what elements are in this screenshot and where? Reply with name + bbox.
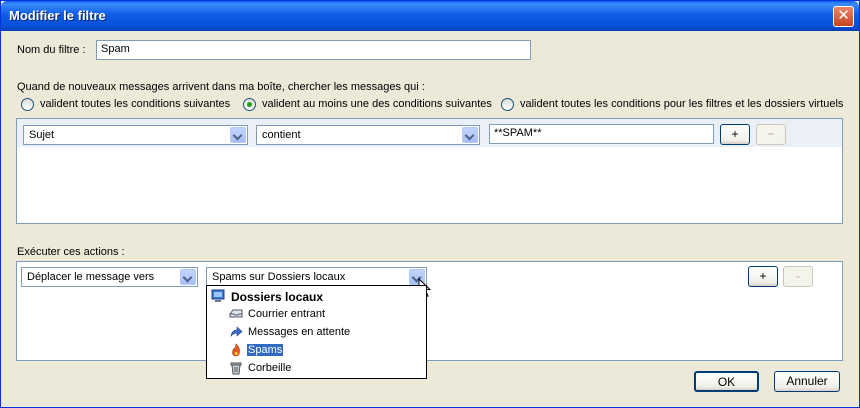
remove-action-button[interactable]: -	[783, 266, 813, 287]
match-all-label[interactable]: valident toutes les conditions suivantes	[40, 98, 230, 110]
actions-label: Exécuter ces actions :	[17, 246, 125, 258]
chevron-down-icon[interactable]	[180, 269, 196, 285]
add-action-button[interactable]: +	[748, 266, 778, 287]
condition-value-input[interactable]: **SPAM**	[489, 124, 714, 144]
condition-field-select[interactable]: Sujet	[23, 125, 248, 145]
trash-icon	[230, 362, 242, 375]
menu-item-label: Spams	[247, 344, 284, 356]
action-target-select[interactable]: Spams sur Dossiers locaux	[206, 267, 427, 287]
computer-icon	[211, 289, 225, 302]
folder-dropdown-menu[interactable]: Dossiers locaux Courrier entrant Message…	[206, 285, 427, 379]
match-any-label[interactable]: valident au moins une des conditions sui…	[262, 98, 492, 110]
filter-dialog: Modifier le filtre ✕ Nom du filtre : Spa…	[0, 0, 860, 408]
action-type-value: Déplacer le message vers	[27, 271, 155, 283]
menu-item-label: Dossiers locaux	[231, 290, 324, 304]
menu-item-label: Courrier entrant	[248, 308, 326, 320]
match-any-radio[interactable]	[243, 98, 256, 111]
condition-field-value: Sujet	[29, 129, 55, 141]
arrow-icon	[230, 326, 243, 337]
match-all-radio[interactable]	[21, 98, 34, 111]
condition-operator-value: contient	[262, 129, 301, 141]
flame-icon	[232, 343, 240, 357]
title-bar[interactable]: Modifier le filtre ✕	[1, 1, 859, 31]
action-type-select[interactable]: Déplacer le message vers	[21, 267, 198, 287]
add-condition-button[interactable]: +	[720, 124, 750, 145]
ok-button[interactable]: OK	[694, 371, 759, 392]
filter-name-label: Nom du filtre :	[17, 44, 86, 56]
match-prompt: Quand de nouveaux messages arrivent dans…	[17, 81, 425, 93]
remove-condition-button[interactable]: −	[756, 124, 786, 145]
match-virtual-label[interactable]: valident toutes les conditions pour les …	[520, 98, 843, 110]
close-button[interactable]: ✕	[833, 6, 854, 27]
action-target-value: Spams sur Dossiers locaux	[212, 271, 346, 283]
menu-item-label: Messages en attente	[248, 326, 351, 338]
inbox-icon	[229, 309, 243, 318]
menu-item-label: Corbeille	[248, 362, 292, 374]
chevron-down-icon[interactable]	[462, 127, 478, 143]
condition-operator-select[interactable]: contient	[256, 125, 480, 145]
filter-name-input[interactable]: Spam	[96, 40, 531, 60]
chevron-down-icon[interactable]	[230, 127, 246, 143]
window-title: Modifier le filtre	[9, 8, 106, 23]
cancel-button[interactable]: Annuler	[774, 371, 840, 392]
match-virtual-radio[interactable]	[501, 98, 514, 111]
